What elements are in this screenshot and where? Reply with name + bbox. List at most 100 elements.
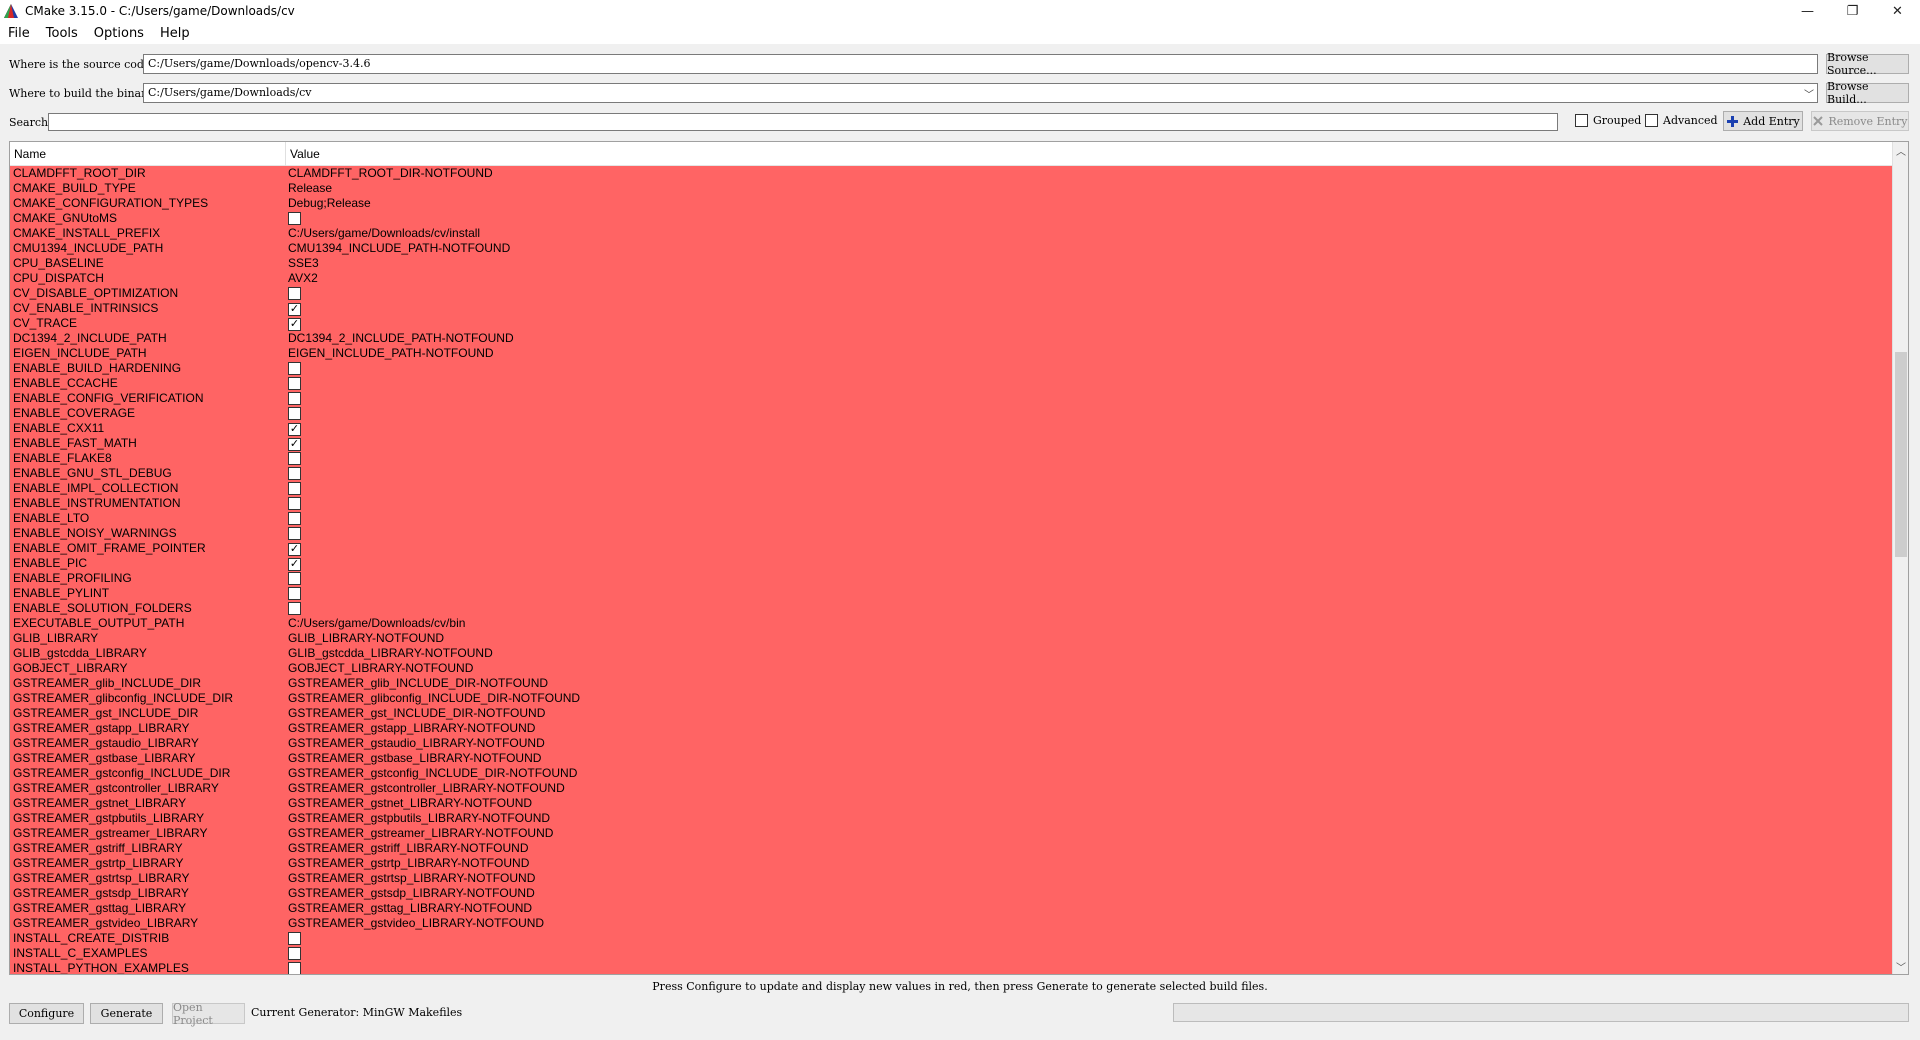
vertical-scrollbar[interactable]: ︿ ﹀	[1892, 142, 1908, 974]
maximize-button[interactable]: ❐	[1830, 0, 1875, 22]
checkmark-icon[interactable]: ✓	[288, 558, 301, 571]
table-row[interactable]: CPU_DISPATCH AVX2	[10, 271, 1893, 286]
checkbox-box[interactable]	[288, 452, 301, 465]
table-row[interactable]: DC1394_2_INCLUDE_PATH DC1394_2_INCLUDE_PA…	[10, 331, 1893, 346]
table-row[interactable]: GLIB_LIBRARY GLIB_LIBRARY-NOTFOUND	[10, 631, 1893, 646]
table-row[interactable]: GSTREAMER_glibconfig_INCLUDE_DIR GSTREAME…	[10, 691, 1893, 706]
entry-value[interactable]: GSTREAMER_gstreamer_LIBRARY-NOTFOUND	[288, 826, 553, 841]
table-row[interactable]: GSTREAMER_gstapp_LIBRARY GSTREAMER_gstapp…	[10, 721, 1893, 736]
table-row[interactable]: GSTREAMER_glib_INCLUDE_DIR GSTREAMER_glib…	[10, 676, 1893, 691]
table-row[interactable]: CMU1394_INCLUDE_PATH CMU1394_INCLUDE_PATH…	[10, 241, 1893, 256]
table-row[interactable]: CMAKE_GNUtoMS	[10, 211, 1893, 226]
entry-value[interactable]: GSTREAMER_glib_INCLUDE_DIR-NOTFOUND	[288, 676, 548, 691]
checkbox-box[interactable]	[288, 212, 301, 225]
table-row[interactable]: ENABLE_COVERAGE	[10, 406, 1893, 421]
entry-value[interactable]: GSTREAMER_gstapp_LIBRARY-NOTFOUND	[288, 721, 535, 736]
entry-value[interactable]: GSTREAMER_gstconfig_INCLUDE_DIR-NOTFOUND	[288, 766, 577, 781]
checkbox-box[interactable]	[288, 527, 301, 540]
table-row[interactable]: CV_ENABLE_INTRINSICS ✓	[10, 301, 1893, 316]
entry-value[interactable]: GSTREAMER_gstaudio_LIBRARY-NOTFOUND	[288, 736, 545, 751]
add-entry-button[interactable]: Add Entry	[1723, 111, 1803, 131]
browse-source-button[interactable]: Browse Source...	[1826, 51, 1909, 77]
entry-value[interactable]: GSTREAMER_gstrtsp_LIBRARY-NOTFOUND	[288, 871, 535, 886]
source-path-input[interactable]: C:/Users/game/Downloads/opencv-3.4.6	[143, 54, 1818, 74]
table-row[interactable]: GSTREAMER_gstrtp_LIBRARY GSTREAMER_gstrtp…	[10, 856, 1893, 871]
entry-value-checkbox[interactable]: ✓	[288, 301, 301, 316]
grouped-checkbox[interactable]: Grouped	[1575, 114, 1641, 127]
checkmark-icon[interactable]: ✓	[288, 438, 301, 451]
entry-value[interactable]: GLIB_LIBRARY-NOTFOUND	[288, 631, 444, 646]
table-row[interactable]: ENABLE_PYLINT	[10, 586, 1893, 601]
grouped-checkbox-box[interactable]	[1575, 114, 1588, 127]
minimize-button[interactable]: —	[1785, 0, 1830, 22]
menu-help[interactable]: Help	[152, 26, 198, 41]
chevron-down-icon[interactable]: ﹀	[1804, 86, 1814, 101]
table-row[interactable]: GSTREAMER_gstaudio_LIBRARY GSTREAMER_gsta…	[10, 736, 1893, 751]
entry-value[interactable]: GSTREAMER_glibconfig_INCLUDE_DIR-NOTFOUN…	[288, 691, 580, 706]
entry-value[interactable]: GSTREAMER_gstsdp_LIBRARY-NOTFOUND	[288, 886, 535, 901]
entry-value[interactable]: GSTREAMER_gst_INCLUDE_DIR-NOTFOUND	[288, 706, 545, 721]
table-row[interactable]: ENABLE_CXX11 ✓	[10, 421, 1893, 436]
table-row[interactable]: INSTALL_CREATE_DISTRIB	[10, 931, 1893, 946]
entry-value[interactable]: SSE3	[288, 256, 319, 271]
entry-value[interactable]: GOBJECT_LIBRARY-NOTFOUND	[288, 661, 473, 676]
table-row[interactable]: ENABLE_PIC ✓	[10, 556, 1893, 571]
entry-value-checkbox[interactable]: ✓	[288, 421, 301, 436]
build-path-combobox[interactable]: C:/Users/game/Downloads/cv ﹀	[143, 83, 1818, 103]
table-row[interactable]: ENABLE_NOISY_WARNINGS	[10, 526, 1893, 541]
entry-value[interactable]: GSTREAMER_gstpbutils_LIBRARY-NOTFOUND	[288, 811, 550, 826]
table-row[interactable]: ENABLE_CONFIG_VERIFICATION	[10, 391, 1893, 406]
entry-value[interactable]: EIGEN_INCLUDE_PATH-NOTFOUND	[288, 346, 494, 361]
table-row[interactable]: GOBJECT_LIBRARY GOBJECT_LIBRARY-NOTFOUND	[10, 661, 1893, 676]
table-row[interactable]: GSTREAMER_gstcontroller_LIBRARY GSTREAMER…	[10, 781, 1893, 796]
entry-value[interactable]: Release	[288, 181, 332, 196]
table-row[interactable]: GSTREAMER_gsttag_LIBRARY GSTREAMER_gsttag…	[10, 901, 1893, 916]
table-row[interactable]: GSTREAMER_gstsdp_LIBRARY GSTREAMER_gstsdp…	[10, 886, 1893, 901]
checkbox-box[interactable]	[288, 572, 301, 585]
menu-file[interactable]: File	[0, 26, 38, 41]
entry-value[interactable]: Debug;Release	[288, 196, 371, 211]
table-row[interactable]: CLAMDFFT_ROOT_DIR CLAMDFFT_ROOT_DIR-NOTFO…	[10, 166, 1893, 181]
table-row[interactable]: GSTREAMER_gstnet_LIBRARY GSTREAMER_gstnet…	[10, 796, 1893, 811]
table-row[interactable]: CV_DISABLE_OPTIMIZATION	[10, 286, 1893, 301]
checkbox-box[interactable]	[288, 497, 301, 510]
column-header-name[interactable]: Name	[14, 147, 46, 161]
checkbox-box[interactable]	[288, 362, 301, 375]
table-row[interactable]: CPU_BASELINE SSE3	[10, 256, 1893, 271]
table-row[interactable]: ENABLE_GNU_STL_DEBUG	[10, 466, 1893, 481]
checkbox-box[interactable]	[288, 287, 301, 300]
entry-value-checkbox[interactable]: ✓	[288, 541, 301, 556]
table-row[interactable]: GSTREAMER_gstvideo_LIBRARY GSTREAMER_gstv…	[10, 916, 1893, 931]
entry-value[interactable]: CMU1394_INCLUDE_PATH-NOTFOUND	[288, 241, 510, 256]
entry-value-checkbox[interactable]	[288, 961, 301, 974]
search-input[interactable]	[48, 113, 1558, 131]
table-row[interactable]: ENABLE_IMPL_COLLECTION	[10, 481, 1893, 496]
scroll-down-arrow-icon[interactable]: ﹀	[1893, 958, 1908, 974]
checkbox-box[interactable]	[288, 482, 301, 495]
table-row[interactable]: ENABLE_FAST_MATH ✓	[10, 436, 1893, 451]
entry-value[interactable]: GSTREAMER_gstcontroller_LIBRARY-NOTFOUND	[288, 781, 565, 796]
table-row[interactable]: GSTREAMER_gstconfig_INCLUDE_DIR GSTREAMER…	[10, 766, 1893, 781]
generate-button[interactable]: Generate	[90, 1003, 163, 1024]
table-row[interactable]: CMAKE_INSTALL_PREFIX C:/Users/game/Downlo…	[10, 226, 1893, 241]
table-row[interactable]: ENABLE_SOLUTION_FOLDERS	[10, 601, 1893, 616]
checkbox-box[interactable]	[288, 392, 301, 405]
checkmark-icon[interactable]: ✓	[288, 318, 301, 331]
checkbox-box[interactable]	[288, 512, 301, 525]
entry-value[interactable]: GSTREAMER_gstnet_LIBRARY-NOTFOUND	[288, 796, 532, 811]
table-row[interactable]: GSTREAMER_gst_INCLUDE_DIR GSTREAMER_gst_I…	[10, 706, 1893, 721]
entry-value[interactable]: GLIB_gstcdda_LIBRARY-NOTFOUND	[288, 646, 493, 661]
entry-value[interactable]: GSTREAMER_gstvideo_LIBRARY-NOTFOUND	[288, 916, 544, 931]
column-header-value[interactable]: Value	[290, 147, 320, 161]
table-row[interactable]: CV_TRACE ✓	[10, 316, 1893, 331]
checkbox-box[interactable]	[288, 467, 301, 480]
menu-tools[interactable]: Tools	[38, 26, 86, 41]
scroll-up-arrow-icon[interactable]: ︿	[1893, 142, 1908, 158]
entry-value-checkbox[interactable]: ✓	[288, 436, 301, 451]
checkbox-box[interactable]	[288, 407, 301, 420]
entry-value[interactable]: GSTREAMER_gsttag_LIBRARY-NOTFOUND	[288, 901, 532, 916]
entry-value[interactable]: CLAMDFFT_ROOT_DIR-NOTFOUND	[288, 166, 493, 181]
table-row[interactable]: INSTALL_PYTHON_EXAMPLES	[10, 961, 1893, 974]
checkbox-box[interactable]	[288, 932, 301, 945]
table-row[interactable]: ENABLE_INSTRUMENTATION	[10, 496, 1893, 511]
